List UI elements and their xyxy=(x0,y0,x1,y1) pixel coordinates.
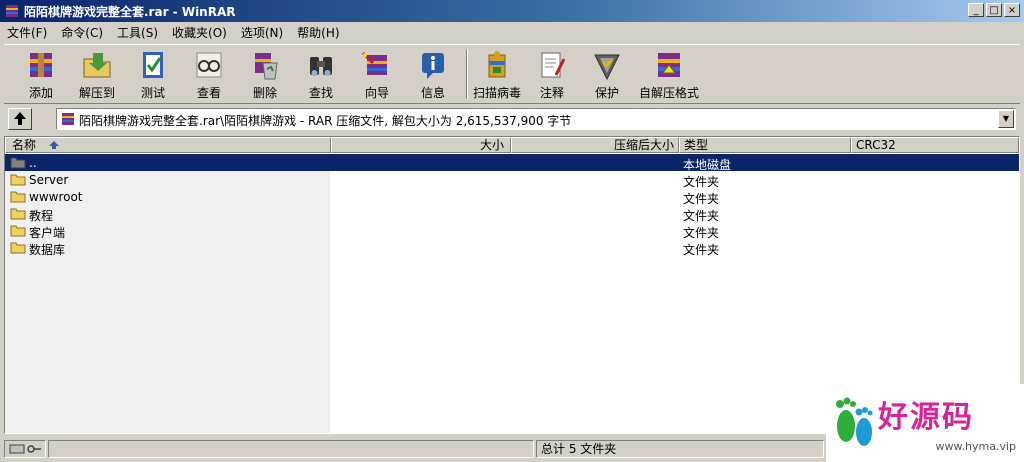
list-item[interactable]: Server 文件夹 xyxy=(5,171,1019,189)
watermark-text: 好源码 xyxy=(878,400,974,435)
menu-commands[interactable]: 命令(C) xyxy=(54,24,110,41)
drive-folder-icon xyxy=(10,157,26,169)
wizard-button[interactable]: 向导 xyxy=(350,47,404,101)
window-controls: _ □ × xyxy=(968,3,1020,17)
virus-scan-icon xyxy=(488,51,506,78)
wizard-icon xyxy=(361,51,387,75)
up-arrow-icon xyxy=(14,112,26,125)
list-item-parent[interactable]: .. 本地磁盘 xyxy=(5,154,1019,172)
delete-button[interactable]: 删除 xyxy=(238,47,292,101)
sfx-button[interactable]: 自解压格式 xyxy=(638,47,700,101)
title-bar: 陌陌棋牌游戏完整全套.rar - WinRAR _ □ × xyxy=(0,0,1024,22)
up-folder-button[interactable] xyxy=(8,108,32,130)
archive-icon xyxy=(62,113,74,125)
footprints-logo-icon xyxy=(836,397,873,446)
extract-to-button[interactable]: 解压到 xyxy=(70,47,124,101)
path-text: 陌陌棋牌游戏完整全套.rar\陌陌棋牌游戏 - RAR 压缩文件, 解包大小为 … xyxy=(79,114,572,128)
view-glasses-icon xyxy=(196,52,222,78)
delete-recycle-icon xyxy=(255,53,278,80)
protect-button[interactable]: 保护 xyxy=(580,47,634,101)
drive-key-icon xyxy=(9,444,41,454)
find-button[interactable]: 查找 xyxy=(294,47,348,101)
list-item[interactable]: 数据库 文件夹 xyxy=(5,239,1019,257)
info-button[interactable]: 信息 xyxy=(406,47,460,101)
path-combobox[interactable]: 陌陌棋牌游戏完整全套.rar\陌陌棋牌游戏 - RAR 压缩文件, 解包大小为 … xyxy=(56,108,1016,130)
toolbar-separator xyxy=(466,49,468,99)
path-dropdown-button[interactable]: ▼ xyxy=(998,110,1014,128)
test-check-icon xyxy=(143,52,163,78)
column-header-type[interactable]: 类型 xyxy=(679,137,851,153)
minimize-button[interactable]: _ xyxy=(968,3,984,17)
info-icon xyxy=(422,53,444,79)
menu-tools[interactable]: 工具(S) xyxy=(110,24,165,41)
menu-options[interactable]: 选项(N) xyxy=(234,24,290,41)
column-header-name[interactable]: 名称 xyxy=(5,137,331,153)
status-selection-cell xyxy=(48,440,534,458)
maximize-button[interactable]: □ xyxy=(986,3,1002,17)
list-item[interactable]: wwwroot 文件夹 xyxy=(5,188,1019,206)
folder-icon xyxy=(10,242,26,254)
column-header-size[interactable]: 大小 xyxy=(331,137,511,153)
test-button[interactable]: 测试 xyxy=(126,47,180,101)
folder-icon xyxy=(10,191,26,203)
watermark: 好源码 www.hyma.vip xyxy=(826,384,1024,462)
comment-note-icon xyxy=(541,52,566,78)
comment-button[interactable]: 注释 xyxy=(525,47,579,101)
find-binoculars-icon xyxy=(310,57,332,76)
sort-up-icon xyxy=(48,141,59,149)
window-title: 陌陌棋牌游戏完整全套.rar - WinRAR xyxy=(24,5,236,19)
protect-shield-icon xyxy=(594,54,620,81)
add-button[interactable]: 添加 xyxy=(14,47,68,101)
virus-scan-button[interactable]: 扫描病毒 xyxy=(470,47,524,101)
menu-help[interactable]: 帮助(H) xyxy=(290,24,346,41)
menu-favorites[interactable]: 收藏夹(O) xyxy=(165,24,234,41)
status-summary: 总计 5 文件夹 xyxy=(536,440,824,458)
list-item[interactable]: 教程 文件夹 xyxy=(5,205,1019,223)
folder-icon xyxy=(10,174,26,186)
view-button[interactable]: 查看 xyxy=(182,47,236,101)
menu-file[interactable]: 文件(F) xyxy=(0,24,54,41)
address-bar: 陌陌棋牌游戏完整全套.rar\陌陌棋牌游戏 - RAR 压缩文件, 解包大小为 … xyxy=(4,106,1020,132)
list-item[interactable]: 客户端 文件夹 xyxy=(5,222,1019,240)
watermark-url: www.hyma.vip xyxy=(935,440,1016,453)
status-drive-cell[interactable] xyxy=(4,440,46,458)
add-archive-icon xyxy=(30,53,52,77)
column-header-packed[interactable]: 压缩后大小 xyxy=(511,137,679,153)
extract-folder-icon xyxy=(83,53,111,78)
column-header-crc32[interactable]: CRC32 xyxy=(851,137,1019,153)
menu-bar: 文件(F) 命令(C) 工具(S) 收藏夹(O) 选项(N) 帮助(H) xyxy=(0,22,1024,42)
sfx-archive-icon xyxy=(658,53,680,77)
winrar-app-icon[interactable] xyxy=(4,3,20,19)
close-button[interactable]: × xyxy=(1004,3,1020,17)
folder-icon xyxy=(10,208,26,220)
toolbar: 添加 解压到 测试 查看 删除 查找 向导 信息 扫描病毒 注释 保护 自解压格… xyxy=(4,44,1020,104)
folder-icon xyxy=(10,225,26,237)
